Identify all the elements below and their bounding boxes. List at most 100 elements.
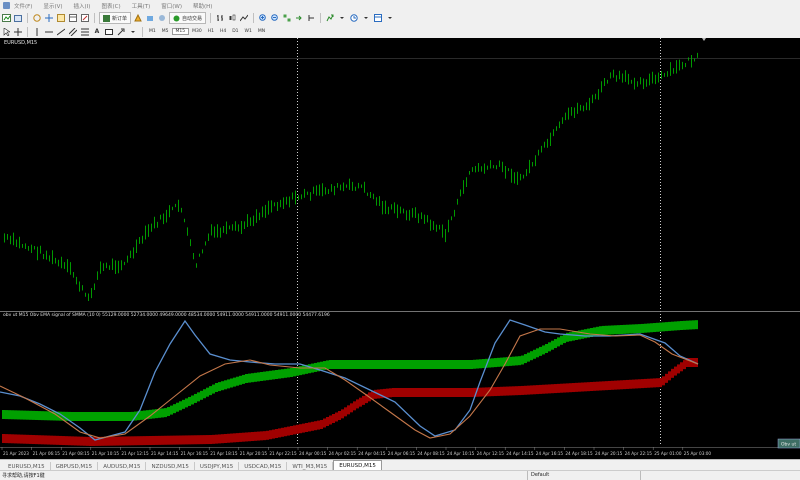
market-watch-icon[interactable] [32, 13, 42, 23]
bull-band-segment [8, 410, 11, 420]
chart-canvas[interactable]: 21 Apr 2023 21 Apr 06:15 21 Apr 08:15 21 Ap… [0, 38, 800, 459]
dropdown-arrow-icon[interactable] [128, 27, 138, 37]
bull-band-segment [524, 354, 527, 364]
channel-icon[interactable] [68, 27, 78, 37]
bull-band-segment [104, 412, 107, 421]
dropdown-arrow-icon[interactable] [337, 13, 347, 23]
bear-band-segment [299, 424, 302, 434]
bear-band-segment [260, 431, 263, 441]
templates-icon[interactable] [373, 13, 383, 23]
text-tool-icon[interactable]: A [92, 27, 102, 37]
fibonacci-icon[interactable] [80, 27, 90, 37]
menu-charts[interactable]: 图表(C) [99, 2, 129, 10]
crosshair-icon[interactable] [13, 27, 23, 37]
bear-band-segment [587, 382, 590, 392]
menu-help[interactable]: 帮助(H) [191, 2, 221, 10]
zoom-in-icon[interactable] [258, 13, 268, 23]
bull-band-segment [248, 373, 251, 383]
strategy-tester-icon[interactable] [80, 13, 90, 23]
periods-icon[interactable] [349, 13, 359, 23]
bull-band-segment [332, 360, 335, 369]
new-chart-icon[interactable] [1, 13, 11, 23]
bear-band-segment [161, 435, 164, 445]
bull-band-segment [473, 359, 476, 369]
time-label: 21 Apr 2023 [3, 451, 29, 456]
chart-window[interactable]: EURUSD,M15 obv ut M15 Obv EMA signal of … [0, 38, 800, 459]
menu-tools[interactable]: 工具(T) [130, 2, 160, 10]
bear-band-segment [17, 434, 20, 444]
timeframe-w1[interactable]: W1 [242, 29, 255, 34]
bull-band-segment [563, 334, 566, 344]
profiles-icon[interactable] [13, 13, 23, 23]
timeframe-m5[interactable]: M5 [159, 29, 172, 34]
bear-band-segment [227, 433, 230, 443]
dropdown-arrow-icon[interactable] [361, 13, 371, 23]
timeframe-m1[interactable]: M1 [146, 29, 159, 34]
auto-scroll-icon[interactable] [294, 13, 304, 23]
candlesticks-icon[interactable] [227, 13, 237, 23]
bear-band-segment [284, 427, 287, 437]
bear-band-segment [662, 376, 665, 386]
trendline-icon[interactable] [56, 27, 66, 37]
bear-band-segment [671, 368, 674, 378]
text-label-icon[interactable] [104, 27, 114, 37]
bull-band-segment [44, 411, 47, 421]
zoom-out-icon[interactable] [270, 13, 280, 23]
bull-band-segment [632, 324, 635, 334]
bear-band-segment [185, 435, 188, 445]
time-label: 24 Apr 12:15 [477, 451, 505, 456]
bull-band-segment [17, 410, 20, 420]
bull-band-segment [527, 352, 530, 362]
bull-band-segment [383, 360, 386, 369]
vertical-line-icon[interactable] [32, 27, 42, 37]
dropdown-arrow-icon[interactable] [385, 13, 395, 23]
data-window-icon[interactable] [44, 13, 54, 23]
bear-band-segment [578, 382, 581, 392]
bear-band-segment [536, 385, 539, 395]
metaeditor-icon[interactable] [133, 13, 143, 23]
bull-band-segment [239, 375, 242, 385]
bull-band-segment [185, 398, 188, 408]
bull-band-segment [119, 412, 122, 421]
timeframe-mn[interactable]: MN [255, 29, 268, 34]
arrow-tool-icon[interactable] [116, 27, 126, 37]
bull-band-segment [11, 410, 14, 420]
bull-band-segment [653, 323, 656, 333]
timeframe-m30[interactable]: M30 [189, 29, 205, 34]
app-icon [3, 2, 10, 9]
menu-window[interactable]: 窗口(W) [159, 2, 191, 10]
terminal-icon[interactable] [68, 13, 78, 23]
bear-band-segment [674, 366, 677, 376]
menu-insert[interactable]: 插入(I) [72, 2, 100, 10]
line-chart-icon[interactable] [239, 13, 249, 23]
timeframe-h4[interactable]: H4 [217, 29, 229, 34]
bull-band-segment [281, 369, 284, 379]
new-order-label: 新订单 [112, 15, 128, 22]
bear-band-segment [479, 387, 482, 397]
chart-shift-icon[interactable] [306, 13, 316, 23]
bear-band-segment [455, 388, 458, 397]
autotrading-button[interactable]: 自动交易 [169, 12, 207, 24]
timeframe-d1[interactable]: D1 [229, 29, 241, 34]
time-label: 24 Apr 22:15 [625, 451, 653, 456]
bear-band-segment [86, 436, 89, 446]
timeframe-h1[interactable]: H1 [205, 29, 217, 34]
indicators-icon[interactable] [325, 13, 335, 23]
new-order-button[interactable]: 新订单 [99, 12, 132, 24]
bar-chart-icon[interactable] [215, 13, 225, 23]
bear-band-segment [635, 379, 638, 389]
bear-band-segment [572, 383, 575, 393]
bull-band-segment [143, 410, 146, 420]
bull-band-segment [641, 323, 644, 333]
cursor-icon[interactable] [1, 27, 11, 37]
horizontal-line-icon[interactable] [44, 27, 54, 37]
bull-band-segment [218, 382, 221, 392]
tile-windows-icon[interactable] [282, 13, 292, 23]
signals-icon[interactable] [157, 13, 167, 23]
menu-view[interactable]: 显示(V) [41, 2, 71, 10]
bull-band-segment [677, 321, 680, 331]
timeframe-m15[interactable]: M15 [171, 28, 190, 35]
navigator-icon[interactable] [56, 13, 66, 23]
bull-band-segment [422, 360, 425, 369]
market-icon[interactable] [145, 13, 155, 23]
